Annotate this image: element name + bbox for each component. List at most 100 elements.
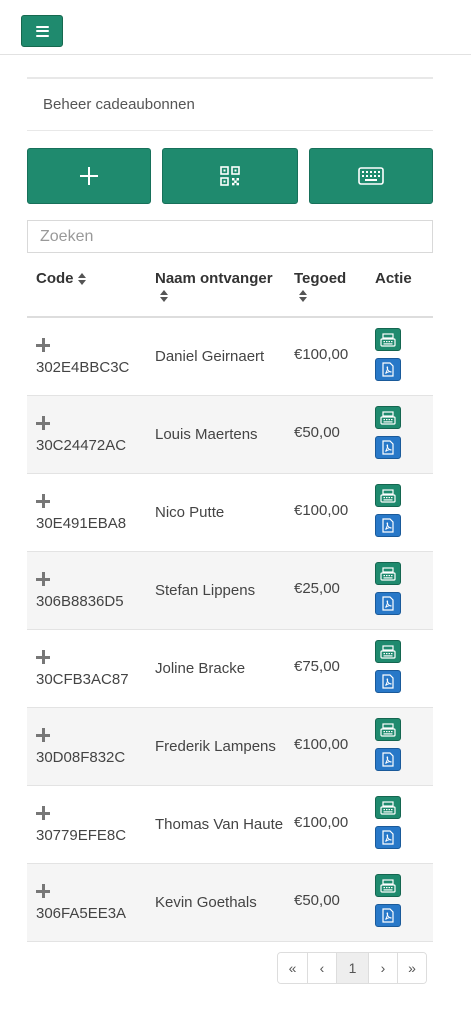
redeem-at-register-button[interactable]: [375, 328, 401, 351]
redeem-at-register-button[interactable]: [375, 562, 401, 585]
page-title: Beheer cadeaubonnen: [43, 96, 195, 113]
plus-icon: [80, 167, 98, 185]
last-page-button[interactable]: »: [397, 953, 426, 983]
voucher-balance: €75,00: [294, 658, 340, 675]
voucher-code: 302E4BBC3C: [36, 359, 130, 376]
keyboard-entry-button[interactable]: [309, 148, 433, 204]
pagination: « ‹ 1 › »: [277, 952, 427, 984]
panel-header: Beheer cadeaubonnen: [27, 77, 433, 131]
next-page-button[interactable]: ›: [368, 953, 397, 983]
table-row: 306FA5EE3A Kevin Goethals €50,00: [27, 864, 433, 942]
table-row: 30CFB3AC87 Joline Bracke €75,00: [27, 630, 433, 708]
recipient-name: Thomas Van Haute: [155, 816, 284, 833]
pdf-file-icon: [382, 440, 394, 455]
voucher-balance: €50,00: [294, 424, 340, 441]
expand-row-icon[interactable]: [36, 728, 50, 742]
voucher-balance: €50,00: [294, 892, 340, 909]
voucher-balance: €100,00: [294, 736, 349, 753]
voucher-code: 30C24472AC: [36, 437, 127, 454]
sort-icon: [299, 290, 307, 302]
download-pdf-button[interactable]: [375, 592, 401, 615]
column-header-name[interactable]: Naam ontvanger: [155, 270, 273, 302]
pdf-file-icon: [382, 518, 394, 533]
download-pdf-button[interactable]: [375, 904, 401, 927]
voucher-code: 30779EFE8C: [36, 827, 127, 844]
redeem-at-register-button[interactable]: [375, 718, 401, 741]
sort-icon: [160, 290, 168, 302]
add-voucher-button[interactable]: [27, 148, 151, 204]
column-header-action-label: Actie: [375, 270, 412, 287]
download-pdf-button[interactable]: [375, 826, 401, 849]
pdf-file-icon: [382, 908, 394, 923]
download-pdf-button[interactable]: [375, 670, 401, 693]
column-header-name-label: Naam ontvanger: [155, 270, 273, 287]
expand-row-icon[interactable]: [36, 494, 50, 508]
table-row: 306B8836D5 Stefan Lippens €25,00: [27, 552, 433, 630]
voucher-code: 30D08F832C: [36, 749, 126, 766]
voucher-balance: €100,00: [294, 346, 349, 363]
column-header-amount[interactable]: Tegoed: [294, 270, 346, 302]
expand-row-icon[interactable]: [36, 806, 50, 820]
pdf-file-icon: [382, 674, 394, 689]
cash-register-icon: [380, 488, 396, 503]
sort-icon: [77, 273, 86, 286]
column-header-code[interactable]: Code: [36, 270, 86, 288]
table-row: 30C24472AC Louis Maertens €50,00: [27, 396, 433, 474]
previous-page-button[interactable]: ‹: [307, 953, 336, 983]
pdf-file-icon: [382, 596, 394, 611]
voucher-balance: €25,00: [294, 580, 340, 597]
expand-row-icon[interactable]: [36, 650, 50, 664]
voucher-code: 306B8836D5: [36, 593, 124, 610]
recipient-name: Stefan Lippens: [155, 582, 256, 599]
voucher-code: 30E491EBA8: [36, 515, 127, 532]
recipient-name: Frederik Lampens: [155, 738, 276, 755]
top-bar: [0, 0, 471, 55]
column-header-action: Actie: [375, 270, 412, 288]
cash-register-icon: [380, 878, 396, 893]
redeem-at-register-button[interactable]: [375, 484, 401, 507]
menu-toggle-button[interactable]: [21, 15, 63, 47]
table-row: 30D08F832C Frederik Lampens €100,00: [27, 708, 433, 786]
download-pdf-button[interactable]: [375, 514, 401, 537]
table-row: 30E491EBA8 Nico Putte €100,00: [27, 474, 433, 552]
cash-register-icon: [380, 410, 396, 425]
voucher-code: 30CFB3AC87: [36, 671, 129, 688]
redeem-at-register-button[interactable]: [375, 640, 401, 663]
download-pdf-button[interactable]: [375, 748, 401, 771]
redeem-at-register-button[interactable]: [375, 406, 401, 429]
scan-qr-button[interactable]: [162, 148, 298, 204]
keyboard-icon: [358, 167, 384, 185]
recipient-name: Nico Putte: [155, 504, 225, 521]
table-row: 302E4BBC3C Daniel Geirnaert €100,00: [27, 318, 433, 396]
recipient-name: Louis Maertens: [155, 426, 258, 443]
voucher-balance: €100,00: [294, 502, 349, 519]
pdf-file-icon: [382, 362, 394, 377]
hamburger-icon: [35, 25, 49, 37]
current-page-button[interactable]: 1: [336, 953, 368, 983]
voucher-balance: €100,00: [294, 814, 349, 831]
table-row: 30779EFE8C Thomas Van Haute €100,00: [27, 786, 433, 864]
expand-row-icon[interactable]: [36, 338, 50, 352]
voucher-code: 306FA5EE3A: [36, 905, 127, 922]
download-pdf-button[interactable]: [375, 436, 401, 459]
redeem-at-register-button[interactable]: [375, 796, 401, 819]
redeem-at-register-button[interactable]: [375, 874, 401, 897]
cash-register-icon: [380, 566, 396, 581]
expand-row-icon[interactable]: [36, 884, 50, 898]
column-header-amount-label: Tegoed: [294, 270, 347, 287]
pdf-file-icon: [382, 830, 394, 845]
expand-row-icon[interactable]: [36, 416, 50, 430]
search-input[interactable]: [27, 220, 433, 253]
cash-register-icon: [380, 644, 396, 659]
download-pdf-button[interactable]: [375, 358, 401, 381]
first-page-button[interactable]: «: [278, 953, 307, 983]
cash-register-icon: [380, 332, 396, 347]
recipient-name: Kevin Goethals: [155, 894, 257, 911]
pdf-file-icon: [382, 752, 394, 767]
table-header: Code Naam ontvanger Tegoed Actie: [27, 262, 433, 318]
column-header-code-label: Code: [36, 270, 74, 287]
recipient-name: Daniel Geirnaert: [155, 348, 265, 365]
cash-register-icon: [380, 722, 396, 737]
recipient-name: Joline Bracke: [155, 660, 246, 677]
expand-row-icon[interactable]: [36, 572, 50, 586]
